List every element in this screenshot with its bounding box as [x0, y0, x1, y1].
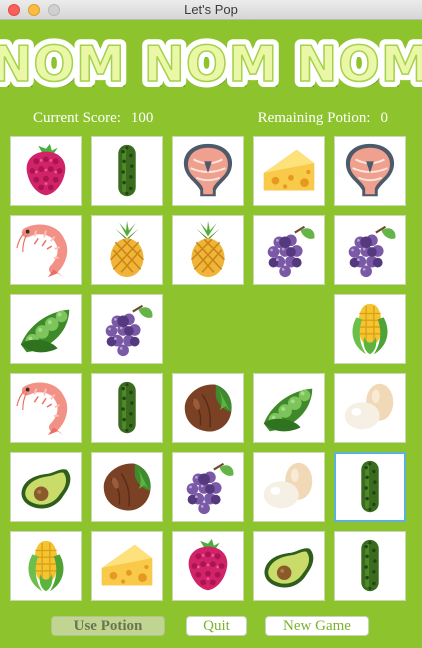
- pickle-icon: [118, 381, 136, 434]
- board-tile[interactable]: [253, 452, 325, 522]
- pickle-icon: [118, 144, 136, 197]
- shrimp-icon: [16, 224, 68, 278]
- avocado-icon: [21, 469, 71, 509]
- remaining-potion: Remaining Potion: 0: [258, 110, 388, 127]
- raspberry-icon: [26, 143, 66, 196]
- pineapple-icon: [109, 220, 145, 278]
- board-tile[interactable]: [334, 373, 406, 443]
- grapes-icon: [105, 304, 153, 357]
- hazelnut-icon: [103, 463, 151, 511]
- board-tile[interactable]: [10, 294, 82, 364]
- board-tile[interactable]: [10, 136, 82, 206]
- eggs-icon: [344, 383, 394, 430]
- grapes-icon: [267, 225, 315, 278]
- board-tile[interactable]: [10, 531, 82, 601]
- use-potion-button[interactable]: Use Potion: [51, 616, 165, 636]
- peas-icon: [20, 309, 70, 353]
- grapes-icon: [186, 462, 234, 515]
- board-tile[interactable]: [334, 452, 406, 522]
- board-tile[interactable]: [91, 215, 163, 285]
- pickle-icon: [361, 460, 379, 513]
- current-score-label: Current Score:: [33, 110, 121, 126]
- remaining-potion-label: Remaining Potion:: [257, 110, 371, 126]
- corn-icon: [28, 540, 64, 592]
- new-game-button[interactable]: New Game: [265, 616, 369, 636]
- current-score: Current Score: 100: [33, 110, 153, 127]
- board-tile[interactable]: [91, 373, 163, 443]
- window-title-bar: Let's Pop: [0, 0, 422, 20]
- board-tile[interactable]: [91, 294, 163, 364]
- board-tile[interactable]: [253, 373, 325, 443]
- quit-button[interactable]: Quit: [186, 616, 247, 636]
- game-title-logo: NOM NOM NOM NOM NOM NOM NOM NOM NOM: [0, 30, 422, 99]
- hazelnut-icon: [184, 384, 232, 432]
- shrimp-icon: [16, 382, 68, 436]
- board-tile[interactable]: [172, 215, 244, 285]
- current-score-value: 100: [130, 110, 154, 126]
- window-title: Let's Pop: [184, 2, 238, 17]
- board-tile[interactable]: [253, 531, 325, 601]
- board-tile[interactable]: [172, 136, 244, 206]
- pineapple-icon: [190, 220, 226, 278]
- board-tile[interactable]: [10, 452, 82, 522]
- board-tile[interactable]: [91, 531, 163, 601]
- game-title: NOM NOM NOM: [0, 36, 422, 93]
- remaining-potion-value: 0: [380, 110, 389, 126]
- board-tile[interactable]: [172, 452, 244, 522]
- board-tile[interactable]: [334, 531, 406, 601]
- board-tile[interactable]: [172, 531, 244, 601]
- salmon-icon: [345, 143, 395, 197]
- board-tile[interactable]: [253, 136, 325, 206]
- board-tile[interactable]: [253, 215, 325, 285]
- salmon-icon: [183, 143, 233, 197]
- avocado-icon: [264, 548, 314, 588]
- cheese-icon: [101, 544, 153, 586]
- peas-icon: [263, 388, 313, 432]
- pickle-icon: [361, 539, 379, 592]
- raspberry-icon: [188, 538, 228, 591]
- eggs-icon: [263, 462, 313, 509]
- cheese-icon: [263, 149, 315, 191]
- board-tile[interactable]: [172, 373, 244, 443]
- board-tile[interactable]: [10, 373, 82, 443]
- board-tile[interactable]: [91, 136, 163, 206]
- grapes-icon: [348, 225, 396, 278]
- board-tile[interactable]: [334, 215, 406, 285]
- corn-icon: [352, 303, 388, 355]
- board-tile[interactable]: [10, 215, 82, 285]
- board-tile[interactable]: [91, 452, 163, 522]
- board-tile[interactable]: [334, 136, 406, 206]
- board-tile[interactable]: [334, 294, 406, 364]
